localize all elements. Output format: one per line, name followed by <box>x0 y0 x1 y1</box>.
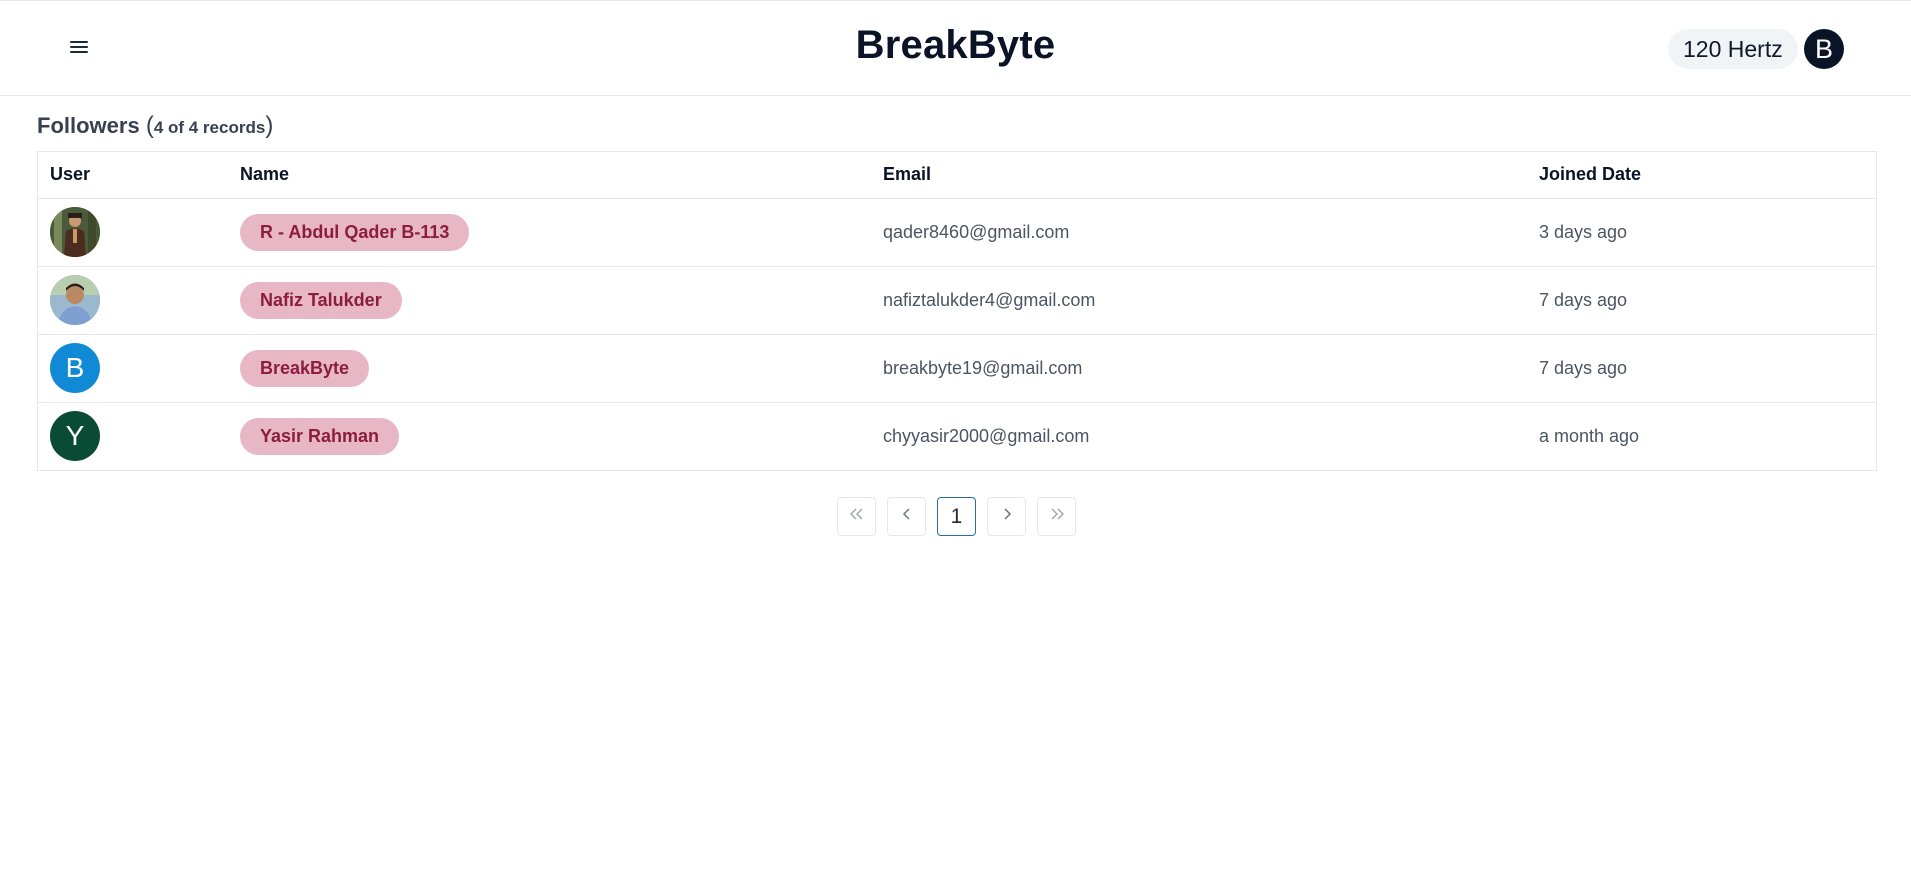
pagination: 1 <box>837 497 1076 536</box>
follower-email: chyyasir2000@gmail.com <box>883 425 1090 446</box>
section-title-text: Followers <box>37 113 140 138</box>
previous-page-button[interactable] <box>887 497 926 536</box>
top-bar: BreakByte 120 Hertz B <box>0 0 1911 96</box>
follower-name-pill[interactable]: R - Abdul Qader B-113 <box>240 213 470 251</box>
follower-joined-date: 7 days ago <box>1527 334 1876 403</box>
user-avatar-photo[interactable] <box>50 207 100 257</box>
column-header-name: Name <box>228 152 871 199</box>
double-chevron-right-icon <box>1048 507 1066 526</box>
chevron-left-icon <box>901 507 913 526</box>
column-header-email: Email <box>871 152 1527 199</box>
table-row: R - Abdul Qader B-113 qader8460@gmail.co… <box>38 198 1876 267</box>
table-row: Y Yasir Rahman chyyasir2000@gmail.com a … <box>38 402 1876 470</box>
page-1-button[interactable]: 1 <box>937 497 976 536</box>
paren-open: ( <box>145 112 154 139</box>
brand-title[interactable]: BreakByte <box>0 23 1911 68</box>
column-header-user: User <box>38 152 228 199</box>
user-avatar[interactable]: B <box>1804 29 1844 69</box>
follower-name-pill[interactable]: Yasir Rahman <box>240 417 400 455</box>
user-avatar-letter[interactable]: Y <box>50 411 100 462</box>
next-page-button[interactable] <box>987 497 1026 536</box>
avatar-letter: Y <box>65 420 85 452</box>
user-name-chip[interactable]: 120 Hertz <box>1668 29 1798 69</box>
last-page-button[interactable] <box>1037 497 1076 536</box>
paren-close: ) <box>265 112 274 139</box>
record-count: 4 of 4 records <box>153 118 266 137</box>
chevron-right-icon <box>1001 507 1013 526</box>
first-page-button[interactable] <box>837 497 876 536</box>
follower-email: breakbyte19@gmail.com <box>871 334 1527 403</box>
table-header-row: User Name Email Joined Date <box>38 152 1876 199</box>
followers-table: User Name Email Joined Date R - Abdul Qa… <box>37 151 1877 471</box>
page-title: Followers (4 of 4 records) <box>37 112 273 140</box>
column-header-joined-date: Joined Date <box>1527 152 1876 199</box>
double-chevron-left-icon <box>848 507 866 526</box>
user-avatar-photo[interactable] <box>50 275 100 325</box>
follower-joined-date: 3 days ago <box>1527 198 1876 267</box>
user-avatar-letter[interactable]: B <box>50 343 100 393</box>
follower-name-pill[interactable]: Nafiz Talukder <box>240 281 402 319</box>
follower-name-pill[interactable]: BreakByte <box>240 349 370 387</box>
table-row: Nafiz Talukder nafiztalukder4@gmail.com … <box>38 266 1876 335</box>
follower-email: nafiztalukder4@gmail.com <box>871 266 1527 335</box>
follower-email: qader8460@gmail.com <box>871 198 1527 267</box>
table-row: B BreakByte breakbyte19@gmail.com 7 days… <box>38 334 1876 403</box>
follower-joined-date: 7 days ago <box>1527 266 1876 335</box>
avatar-letter: B <box>65 352 85 383</box>
follower-joined-date: a month ago <box>1539 425 1640 446</box>
